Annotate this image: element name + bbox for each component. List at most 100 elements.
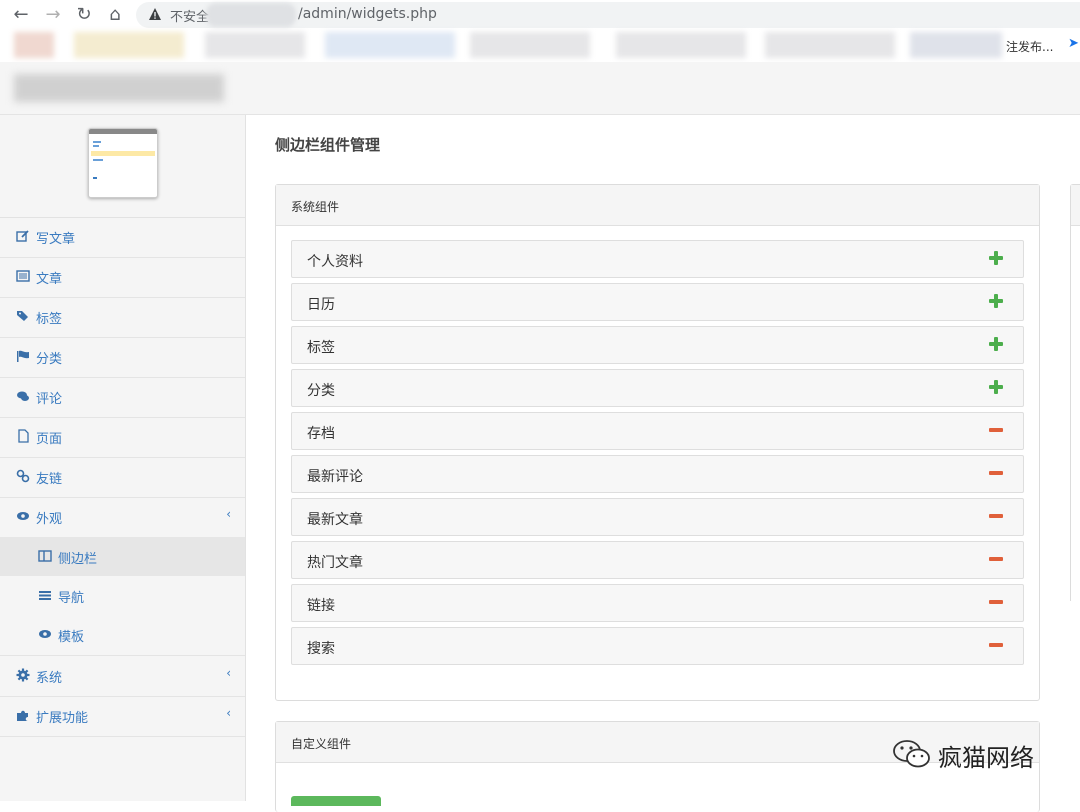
- widget-label: 个人资料: [307, 254, 363, 270]
- bookmarks-bar: 注发布... ➤: [0, 30, 1080, 62]
- sidebar-item-extensions[interactable]: 扩展功能 ‹: [0, 696, 245, 737]
- widget-row[interactable]: 日历: [291, 283, 1024, 321]
- site-preview: [0, 115, 245, 218]
- bookmark-item[interactable]: [205, 32, 305, 58]
- puzzle-icon: [16, 708, 30, 722]
- widget-label: 标签: [307, 340, 335, 356]
- page-title: 侧边栏组件管理: [275, 136, 381, 154]
- site-logo[interactable]: [14, 74, 224, 102]
- sidebar-item-pages[interactable]: 页面: [0, 417, 245, 458]
- sidebar-item-write[interactable]: 写文章: [0, 217, 245, 258]
- widget-row[interactable]: 标签: [291, 326, 1024, 364]
- plus-icon[interactable]: [989, 294, 1003, 308]
- security-label: 不安全: [170, 10, 210, 25]
- chevron-left-icon: ‹: [226, 706, 231, 720]
- minus-icon[interactable]: [989, 638, 1003, 652]
- plus-icon[interactable]: [989, 251, 1003, 265]
- widget-label: 搜索: [307, 641, 335, 657]
- sidebar-subitem-label: 模板: [58, 630, 85, 645]
- sidebar-subitem-label: 侧边栏: [58, 552, 98, 567]
- bookmark-item[interactable]: [616, 32, 746, 58]
- sidebar-subitem-templates[interactable]: 模板: [0, 615, 245, 656]
- sidebar-item-label: 写文章: [36, 232, 76, 247]
- browser-chrome: ← → ↻ ⌂ 不安全 /admin/widgets.php 注发布... ➤: [0, 0, 1080, 62]
- widget-row[interactable]: 最新文章: [291, 498, 1024, 536]
- minus-icon[interactable]: [989, 466, 1003, 480]
- comments-icon: [16, 389, 30, 403]
- widget-row[interactable]: 存档: [291, 412, 1024, 450]
- widget-row[interactable]: 分类: [291, 369, 1024, 407]
- sidebar-item-tags[interactable]: 标签: [0, 297, 245, 338]
- bookmark-item[interactable]: [765, 32, 895, 58]
- widget-row[interactable]: 搜索: [291, 627, 1024, 665]
- list-icon: [16, 269, 30, 283]
- bookmark-item[interactable]: [910, 32, 1002, 58]
- widget-label: 日历: [307, 297, 335, 313]
- widget-label: 热门文章: [307, 555, 363, 571]
- bookmark-item[interactable]: [14, 32, 54, 58]
- watermark-text: 疯猫网络: [938, 744, 1034, 772]
- wechat-icon: [893, 740, 930, 768]
- sidebar-subitem-label: 导航: [58, 591, 85, 606]
- minus-icon[interactable]: [989, 509, 1003, 523]
- sidebar-subitem-nav[interactable]: 导航: [0, 576, 245, 615]
- sidebar-item-label: 外观: [36, 512, 63, 527]
- back-arrow-icon[interactable]: ←: [10, 4, 32, 26]
- eye-icon: [38, 627, 52, 641]
- panel-header: 系统组件: [276, 185, 1039, 226]
- sidebar-item-label: 分类: [36, 352, 63, 367]
- gear-icon: [16, 668, 30, 682]
- sidebar-item-label: 友链: [36, 472, 63, 487]
- sidebar-item-system[interactable]: 系统 ‹: [0, 656, 245, 697]
- bars-icon: [38, 588, 52, 602]
- forward-arrow-icon[interactable]: →: [42, 4, 64, 26]
- plus-icon[interactable]: [989, 337, 1003, 351]
- system-widgets-panel: 系统组件 个人资料日历标签分类存档最新评论最新文章热门文章链接搜索: [275, 184, 1040, 701]
- sidebar-item-appearance[interactable]: 外观 ‹: [0, 497, 245, 537]
- sidebar-item-label: 系统: [36, 671, 63, 686]
- columns-icon: [38, 549, 52, 563]
- sidebar-item-label: 文章: [36, 272, 63, 287]
- url-text: /admin/widgets.php: [298, 6, 437, 22]
- address-bar[interactable]: 不安全 /admin/widgets.php: [136, 2, 1080, 28]
- sidebar-item-label: 标签: [36, 312, 63, 327]
- minus-icon[interactable]: [989, 595, 1003, 609]
- widget-row[interactable]: 热门文章: [291, 541, 1024, 579]
- flag-icon: [16, 349, 30, 363]
- widget-label: 最新评论: [307, 469, 363, 485]
- minus-icon[interactable]: [989, 552, 1003, 566]
- secondary-panel-edge: [1070, 184, 1080, 601]
- minus-icon[interactable]: [989, 423, 1003, 437]
- sidebar-item-comments[interactable]: 评论: [0, 377, 245, 418]
- home-icon[interactable]: ⌂: [104, 4, 126, 26]
- add-custom-widget-button[interactable]: [291, 796, 381, 806]
- link-icon: [16, 469, 30, 483]
- site-thumbnail[interactable]: [88, 128, 158, 198]
- app-header: [0, 62, 1080, 115]
- bookmark-item[interactable]: [470, 32, 590, 58]
- sidebar-subitem-sidebar[interactable]: 侧边栏: [0, 537, 245, 576]
- sidebar-item-categories[interactable]: 分类: [0, 337, 245, 378]
- warning-icon: [149, 8, 161, 20]
- plus-icon[interactable]: [989, 380, 1003, 394]
- sidebar-item-posts[interactable]: 文章: [0, 257, 245, 298]
- widget-row[interactable]: 链接: [291, 584, 1024, 622]
- redacted-host: [206, 3, 296, 27]
- reload-icon[interactable]: ↻: [73, 4, 95, 26]
- panel-title: 自定义组件: [291, 737, 352, 751]
- widget-row[interactable]: 个人资料: [291, 240, 1024, 278]
- file-icon: [16, 429, 30, 443]
- bookmark-overflow-icon[interactable]: ➤: [1068, 36, 1079, 51]
- sidebar-item-label: 评论: [36, 392, 63, 407]
- panel-title: 系统组件: [291, 200, 340, 214]
- bookmark-label[interactable]: 注发布...: [1006, 38, 1053, 55]
- bookmark-item[interactable]: [74, 32, 184, 58]
- tags-icon: [16, 309, 30, 323]
- edit-icon: [16, 229, 30, 243]
- bookmark-item[interactable]: [325, 32, 455, 58]
- widget-label: 最新文章: [307, 512, 363, 528]
- widget-label: 分类: [307, 383, 335, 399]
- widget-row[interactable]: 最新评论: [291, 455, 1024, 493]
- sidebar-item-label: 页面: [36, 432, 63, 447]
- sidebar-item-links[interactable]: 友链: [0, 457, 245, 498]
